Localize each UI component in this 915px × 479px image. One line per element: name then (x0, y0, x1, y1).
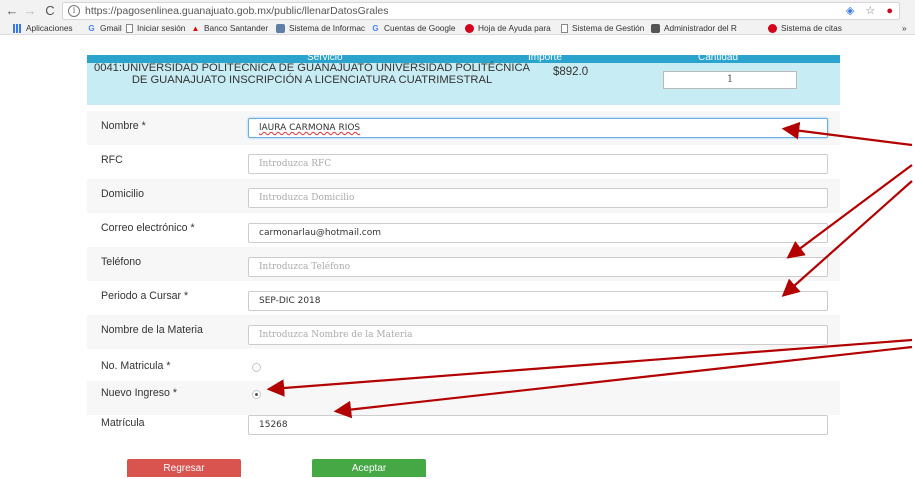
service-row: 0041:UNIVERSIDAD POLITECNICA DE GUANAJUA… (87, 62, 840, 105)
quantity-input[interactable]: 1 (663, 71, 797, 89)
domicilio-label: Domicilio (101, 188, 144, 200)
bookmark-administrador[interactable]: Administrador del R (651, 23, 737, 33)
page-icon (126, 23, 133, 33)
bookmark-santander[interactable]: ▲ Banco Santander (191, 23, 269, 33)
forward-arrow-icon[interactable]: → (22, 3, 38, 19)
site-icon (276, 23, 285, 33)
apps-icon (13, 23, 22, 33)
nombre-label: Nombre * (101, 120, 146, 132)
materia-label: Nombre de la Materia (101, 324, 203, 336)
info-icon[interactable]: i (68, 5, 80, 17)
page-icon (561, 23, 568, 33)
domicilio-input[interactable]: Introduzca Domicilio (248, 188, 828, 208)
address-bar[interactable]: i https://pagosenlinea.guanajuato.gob.mx… (62, 2, 900, 20)
bookmark-cuentas-google[interactable]: G Cuentas de Google (371, 23, 455, 33)
rfc-input[interactable]: Introduzca RFC (248, 154, 828, 174)
google-icon: G (88, 23, 95, 33)
no-matricula-radio[interactable] (252, 363, 261, 372)
aceptar-button[interactable]: Aceptar (312, 459, 426, 477)
form-row-materia: Nombre de la Materia Introduzca Nombre d… (87, 315, 840, 349)
form-row-domicilio: Domicilio Introduzca Domicilio (87, 179, 840, 213)
red-dot-icon (768, 23, 777, 33)
bookmark-sistema-informacion[interactable]: Sistema de Informac (276, 23, 365, 33)
form-row-no-matricula: No. Matricula * (87, 349, 840, 383)
nombre-input[interactable]: lAURA CARMONA RIOS (248, 118, 828, 138)
periodo-input[interactable]: SEP-DIC 2018 (248, 291, 828, 311)
correo-input[interactable]: carmonarlau@hotmail.com (248, 223, 828, 243)
regresar-button[interactable]: Regresar (127, 459, 241, 477)
extension-icon[interactable]: ◈ (846, 5, 854, 17)
nuevo-ingreso-label: Nuevo Ingreso * (101, 387, 177, 399)
back-arrow-icon[interactable]: ← (4, 3, 20, 19)
matricula-input[interactable]: 15268 (248, 415, 828, 435)
nuevo-ingreso-radio[interactable] (252, 390, 261, 399)
bookmark-sistema-citas[interactable]: Sistema de citas (768, 23, 842, 33)
santander-icon: ▲ (191, 23, 200, 33)
form-row-telefono: Teléfono Introduzca Teléfono (87, 247, 840, 281)
admin-icon (651, 23, 660, 33)
telefono-label: Teléfono (101, 256, 142, 268)
no-matricula-label: No. Matricula * (101, 360, 171, 372)
service-name: 0041:UNIVERSIDAD POLITECNICA DE GUANAJUA… (94, 62, 530, 86)
correo-label: Correo electrónico * (101, 222, 195, 234)
telefono-input[interactable]: Introduzca Teléfono (248, 257, 828, 277)
reload-icon[interactable]: C (42, 3, 58, 19)
red-dot-icon (465, 23, 474, 33)
quantity-header-label: Cantidad (698, 55, 739, 63)
rfc-label: RFC (101, 154, 123, 166)
materia-input[interactable]: Introduzca Nombre de la Materia (248, 325, 828, 345)
more-bookmarks-icon[interactable]: » (902, 23, 907, 33)
star-icon[interactable]: ☆ (865, 5, 875, 17)
form-row-nombre: Nombre * lAURA CARMONA RIOS (87, 111, 840, 145)
bookmark-gmail[interactable]: G Gmail (87, 23, 121, 33)
url-text: https://pagosenlinea.guanajuato.gob.mx/p… (85, 5, 389, 17)
bookmark-sistema-gestion[interactable]: Sistema de Gestión (561, 23, 644, 33)
matricula-label: Matrícula (101, 417, 145, 429)
bookmark-hoja-ayuda[interactable]: Hoja de Ayuda para (465, 23, 551, 33)
form-row-correo: Correo electrónico * carmonarlau@hotmail… (87, 213, 840, 247)
form-row-rfc: RFC Introduzca RFC (87, 145, 840, 179)
periodo-label: Periodo a Cursar * (101, 290, 189, 302)
google-icon: G (372, 23, 379, 33)
price-header-label: Importe (528, 55, 562, 63)
bookmarks-bar: Aplicaciones G Gmail Iniciar sesión ▲ Banc… (0, 21, 915, 35)
pinterest-icon[interactable]: ● (886, 5, 893, 17)
form-row-matricula: Matrícula 15268 (87, 406, 840, 440)
bookmark-aplicaciones[interactable]: Aplicaciones (13, 23, 73, 33)
service-price: $892.0 (553, 66, 589, 78)
form-row-periodo: Periodo a Cursar * SEP-DIC 2018 (87, 281, 840, 315)
bookmark-iniciar-sesion[interactable]: Iniciar sesión (126, 23, 185, 33)
